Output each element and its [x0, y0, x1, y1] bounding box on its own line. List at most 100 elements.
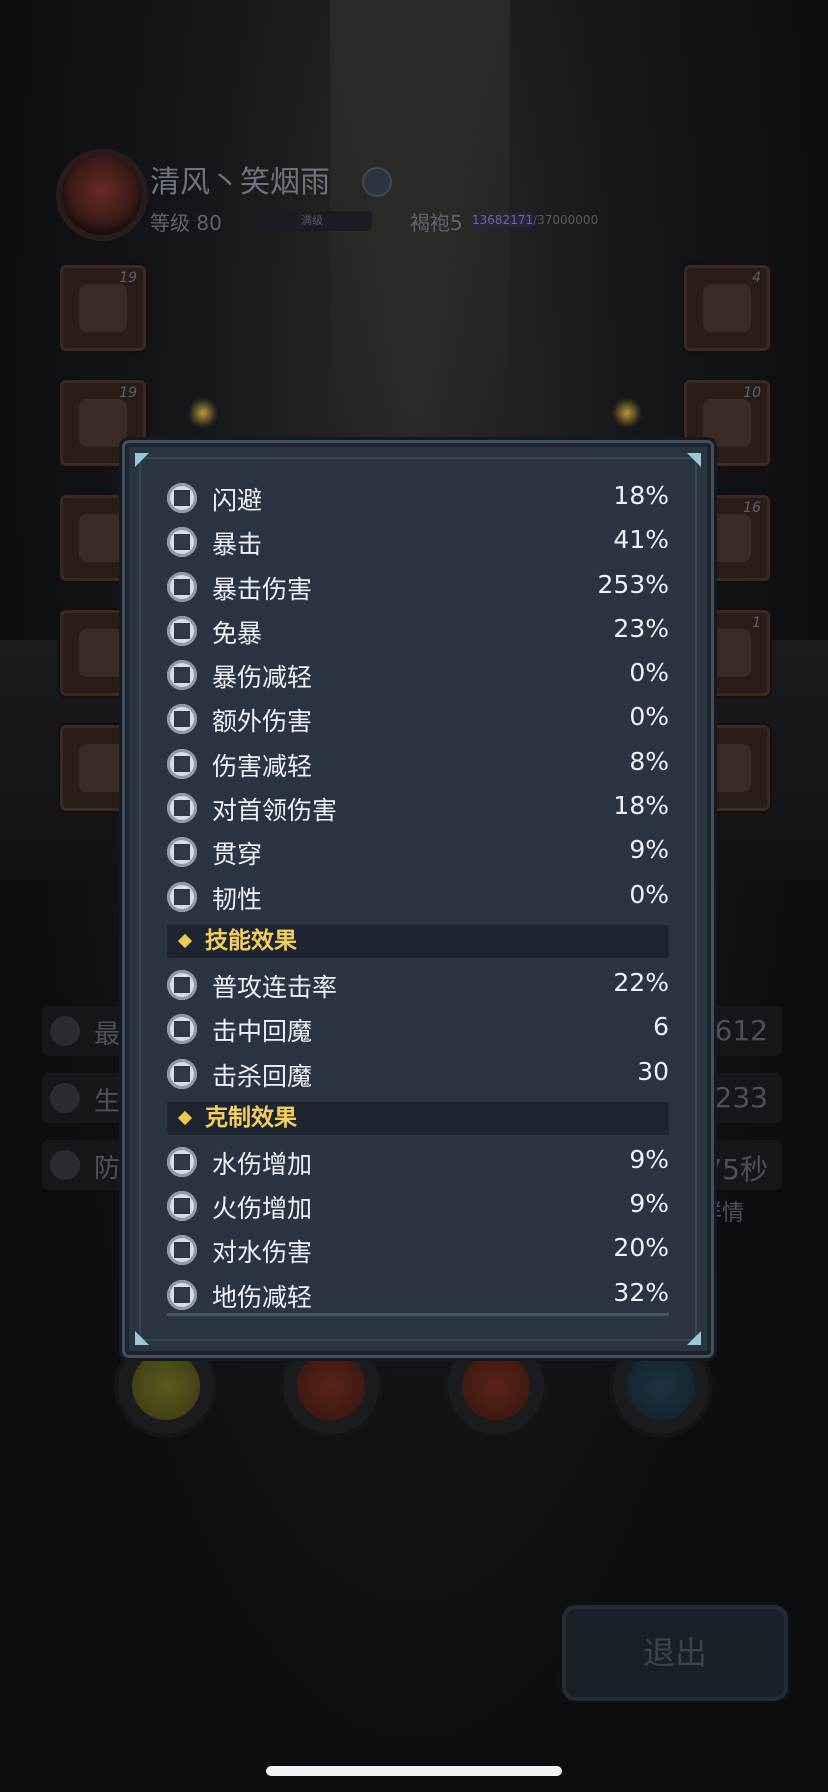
- player-rank: 褐袍5: [410, 211, 463, 235]
- stat-label: 免暴: [212, 618, 263, 648]
- stat-value: 9%: [629, 835, 669, 865]
- sword-icon: [50, 1016, 80, 1046]
- stat-row-vs-water: 对水伤害 20%: [167, 1229, 669, 1273]
- stat-label: 暴击: [212, 530, 263, 560]
- stat-label: 对首领伤害: [212, 796, 338, 826]
- stat-row-dodge: 闪避 18%: [167, 477, 669, 521]
- stat-value: 0%: [629, 658, 669, 688]
- panel-divider: [167, 1313, 669, 1316]
- stat-label: 暴击伤害: [212, 574, 313, 604]
- combo-icon: [167, 969, 197, 1000]
- stat-row-combo: 普攻连击率 22%: [167, 964, 669, 1008]
- stat-row-kill-mana: 击杀回魔 30: [167, 1053, 669, 1097]
- crit-icon: [167, 527, 197, 558]
- stat-label: 暴伤减轻: [212, 663, 313, 693]
- boss-damage-icon: [167, 793, 197, 824]
- stat-label: 击杀回魔: [212, 1061, 313, 1091]
- bg-stat-label: 生: [94, 1087, 121, 1117]
- slot-level: 4: [752, 270, 761, 286]
- equip-slot-left-1[interactable]: 19: [60, 265, 146, 351]
- gloves-icon: [79, 514, 127, 562]
- helmet-icon: [79, 284, 127, 332]
- stat-value: 0%: [629, 702, 669, 732]
- stat-label: 普攻连击率: [212, 972, 338, 1002]
- stat-label: 额外伤害: [212, 707, 313, 737]
- slot-level: 1: [752, 615, 761, 631]
- stat-row-crit: 暴击 41%: [167, 521, 669, 565]
- stat-label: 火伤增加: [212, 1194, 313, 1224]
- stat-row-toughness: 韧性 0%: [167, 876, 669, 920]
- sword-icon: [703, 284, 751, 332]
- exp-total: /37000000: [533, 213, 599, 227]
- crossed-axes-icon: [462, 1352, 530, 1420]
- hit-mana-icon: [167, 1014, 197, 1045]
- bg-stat-label: 最: [94, 1020, 121, 1050]
- stat-value: 9%: [629, 1144, 669, 1174]
- pierce-icon: [167, 837, 197, 868]
- dodge-icon: [167, 483, 197, 513]
- stats-panel: 闪避 18% 暴击 41% 暴击伤害 253% 免暴 23% 暴伤减轻 0% 额外伤害 0%…: [125, 443, 711, 1355]
- corner-ornament: [135, 1329, 151, 1345]
- stat-row-extra-damage: 额外伤害 0%: [167, 698, 669, 742]
- crit-damage-icon: [167, 571, 197, 602]
- stat-row-boss-damage: 对首领伤害 18%: [167, 787, 669, 831]
- spots-skill-icon: [132, 1352, 200, 1420]
- fire-shield-icon: [297, 1352, 365, 1420]
- stat-label: 击中回魔: [212, 1017, 313, 1047]
- stat-row-crit-reduce: 暴伤减轻 0%: [167, 654, 669, 698]
- stat-row-damage-reduce: 伤害减轻 8%: [167, 743, 669, 787]
- diamond-icon: [177, 933, 193, 949]
- exit-button[interactable]: 退出: [562, 1605, 788, 1701]
- stat-value: 30: [637, 1056, 669, 1086]
- home-indicator[interactable]: [266, 1766, 562, 1776]
- stat-label: 对水伤害: [212, 1238, 313, 1268]
- stat-label: 贯穿: [212, 840, 263, 870]
- stat-value: 41%: [613, 525, 669, 555]
- player-level: 等级 80: [150, 211, 222, 235]
- water-shield-icon: [627, 1352, 695, 1420]
- exp-readout: 13682171/37000000: [472, 213, 598, 227]
- extra-damage-icon: [167, 704, 197, 735]
- corner-ornament: [135, 453, 151, 469]
- stat-value: 18%: [613, 791, 669, 821]
- exp-current: 13682171: [472, 213, 534, 227]
- stat-row-crit-damage: 暴击伤害 253%: [167, 566, 669, 610]
- stat-label: 闪避: [212, 486, 263, 515]
- weapon-icon: [79, 629, 127, 677]
- stat-row-water-boost: 水伤增加 9%: [167, 1141, 669, 1185]
- stat-value: 253%: [597, 569, 669, 599]
- level-bar: 满级: [252, 211, 372, 231]
- fire-icon: [167, 1191, 197, 1222]
- heart-icon: [50, 1083, 80, 1113]
- stat-label: 水伤增加: [212, 1149, 313, 1179]
- crit-reduce-icon: [167, 660, 197, 691]
- section-title: 克制效果: [205, 1104, 297, 1131]
- armor-icon: [79, 399, 127, 447]
- stat-value: 32%: [613, 1277, 669, 1307]
- vs-water-icon: [167, 1235, 197, 1266]
- torch-right-icon: [612, 398, 642, 428]
- ring-icon: [703, 399, 751, 447]
- diamond-icon: [177, 1110, 193, 1125]
- kill-mana-icon: [167, 1058, 197, 1089]
- section-title: 技能效果: [205, 927, 297, 954]
- equip-slot-right-1[interactable]: 4: [684, 265, 770, 351]
- torch-left-icon: [188, 398, 218, 428]
- corner-ornament: [685, 453, 701, 469]
- stat-value: 18%: [613, 481, 669, 510]
- stat-label: 伤害减轻: [212, 751, 313, 781]
- stat-value: 23%: [613, 613, 669, 643]
- exit-label: 退出: [642, 1634, 707, 1672]
- stat-row-fire-boost: 火伤增加 9%: [167, 1185, 669, 1229]
- stat-value: 20%: [613, 1233, 669, 1263]
- earth-icon: [167, 1279, 197, 1310]
- stat-value: 22%: [613, 967, 669, 997]
- stat-value: 9%: [629, 1189, 669, 1219]
- bg-stat-label: 防: [94, 1154, 121, 1184]
- player-badge-icon: [362, 167, 392, 197]
- stat-value: 6: [653, 1012, 669, 1042]
- stat-value: 8%: [629, 746, 669, 776]
- stat-row-pierce: 贯穿 9%: [167, 831, 669, 875]
- crit-immune-icon: [167, 615, 197, 646]
- stat-row-crit-immune: 免暴 23%: [167, 610, 669, 654]
